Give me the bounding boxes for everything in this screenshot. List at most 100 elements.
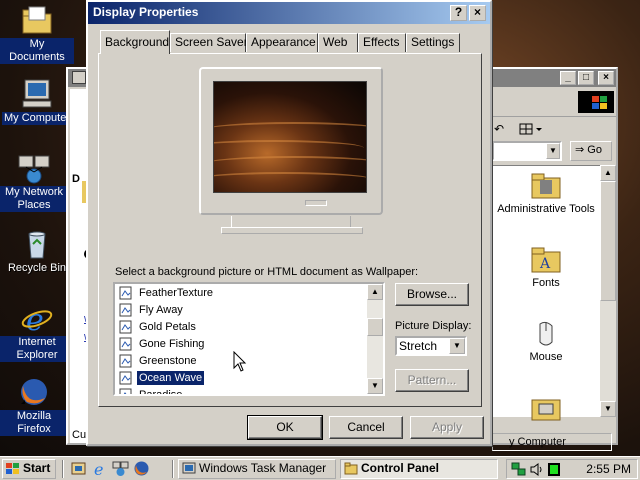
wallpaper-item[interactable]: Paradise [119, 386, 184, 394]
apply-button[interactable]: Apply [410, 416, 484, 439]
internet-explorer-icon[interactable]: e [91, 460, 108, 479]
control-panel-content: ↶ ▼ ⇒ Go Administrative Tools A Fonts Mo… [492, 89, 616, 451]
cp-item-mouse[interactable]: Mouse [496, 318, 596, 363]
close-button[interactable]: × [598, 71, 614, 85]
network-icon [17, 152, 51, 184]
address-bar: ▼ ⇒ Go [492, 139, 616, 163]
pattern-button[interactable]: Pattern... [395, 369, 469, 392]
control-panel-scrollbar[interactable]: ▲ ▼ [600, 165, 616, 417]
task-manager-cpu-icon[interactable] [547, 462, 561, 480]
wallpaper-item-selected[interactable]: Ocean Wave [119, 369, 205, 386]
monitor-base [221, 227, 363, 234]
scroll-down-button[interactable]: ▼ [600, 401, 616, 417]
desktop-icon-network-places[interactable]: My Network Places [0, 152, 68, 212]
desktop-icon-my-computer[interactable]: My Computer [0, 78, 74, 125]
wallpaper-listbox[interactable]: FeatherTexture Fly Away Gold Petals Gone… [113, 282, 385, 396]
picture-file-icon [119, 354, 133, 368]
desktop-icon-label: My Computer [1, 112, 73, 125]
address-dropdown-arrow[interactable]: ▼ [546, 143, 560, 159]
picture-file-icon [119, 286, 133, 300]
monitor-preview [199, 67, 383, 215]
picture-display-label: Picture Display: [395, 320, 472, 332]
tab-settings[interactable]: Settings [406, 33, 460, 52]
wallpaper-label: Select a background picture or HTML docu… [115, 266, 419, 278]
wallpaper-item[interactable]: Greenstone [119, 352, 198, 369]
scroll-thumb[interactable] [600, 181, 616, 301]
task-windows-task-manager[interactable]: Windows Task Manager [178, 459, 336, 479]
desktop-icon-label: My Network Places [0, 186, 68, 212]
display-properties-dialog[interactable]: Display Properties ? × Background Screen… [86, 0, 492, 446]
tab-appearance[interactable]: Appearance [246, 33, 318, 52]
browse-button[interactable]: Browse... [395, 283, 469, 306]
firefox-icon [17, 376, 51, 408]
network-tray-icon[interactable] [511, 462, 527, 480]
dialog-titlebar[interactable]: Display Properties ? × [88, 2, 490, 24]
control-panel-folder-icon [344, 462, 358, 475]
desktop-icon-firefox[interactable]: Mozilla Firefox [0, 376, 68, 436]
quick-launch: e [70, 460, 150, 479]
svg-text:e: e [26, 303, 44, 334]
volume-icon[interactable] [529, 462, 545, 480]
task-label: Windows Task Manager [199, 461, 327, 475]
system-tray: 2:55 PM [506, 459, 638, 479]
views-button[interactable] [518, 121, 548, 137]
tab-effects[interactable]: Effects [358, 33, 406, 52]
control-panel-title-icon [72, 71, 86, 84]
wallpaper-item[interactable]: Gone Fishing [119, 335, 206, 352]
minimize-button[interactable]: _ [560, 71, 576, 85]
desktop-icon-label: Internet Explorer [0, 336, 74, 362]
tab-web[interactable]: Web [318, 33, 358, 52]
picture-file-icon [119, 337, 133, 351]
status-text: y Computer [509, 436, 566, 448]
chevron-down-icon[interactable]: ▼ [449, 338, 465, 354]
picture-display-select[interactable]: Stretch ▼ [395, 336, 467, 356]
cp-item-label: Administrative Tools [497, 203, 595, 215]
scroll-thumb[interactable] [367, 318, 383, 336]
taskbar-divider [62, 460, 64, 478]
scroll-up-button[interactable]: ▲ [600, 165, 616, 181]
control-panel-items: Administrative Tools A Fonts Mouse [492, 165, 600, 421]
wallpaper-item[interactable]: Gold Petals [119, 318, 198, 335]
picture-file-icon [119, 320, 133, 334]
help-button[interactable]: ? [450, 5, 467, 21]
wallpaper-item[interactable]: FeatherTexture [119, 284, 215, 301]
tab-screen-saver[interactable]: Screen Saver [170, 33, 248, 52]
cp-item-partial[interactable] [496, 392, 596, 425]
start-button[interactable]: Start [2, 459, 56, 479]
task-control-panel[interactable]: Control Panel [340, 459, 498, 479]
desktop-icon-recycle-bin[interactable]: Recycle Bin [0, 228, 74, 275]
dialog-title: Display Properties [93, 5, 199, 19]
firefox-icon[interactable] [133, 460, 150, 477]
status-bar-zone: y Computer [492, 433, 612, 451]
picture-file-icon [119, 388, 133, 394]
wallpaper-preview-image [213, 81, 367, 193]
desktop-icon-my-documents[interactable]: My Documents [0, 4, 74, 64]
desktop-icon-label: Mozilla Firefox [0, 410, 68, 436]
undo-icon[interactable]: ↶ [494, 122, 506, 136]
scroll-down-button[interactable]: ▼ [367, 378, 383, 394]
cp-item-fonts[interactable]: A Fonts [496, 244, 596, 289]
left-pane-text: D [72, 173, 80, 185]
ok-button[interactable]: OK [247, 415, 323, 440]
mouse-icon [530, 318, 562, 348]
cp-item-administrative-tools[interactable]: Administrative Tools [496, 170, 596, 215]
clock[interactable]: 2:55 PM [586, 461, 631, 478]
cp-item-label: Fonts [532, 277, 560, 289]
maximize-button[interactable]: □ [578, 71, 594, 85]
folder-tools-icon [530, 170, 562, 200]
start-label: Start [23, 461, 51, 475]
wallpaper-list-scrollbar[interactable]: ▲ ▼ [367, 284, 383, 394]
cancel-button[interactable]: Cancel [329, 416, 403, 439]
network-icon[interactable] [112, 460, 129, 477]
tab-background[interactable]: Background [100, 30, 170, 54]
show-desktop-icon[interactable] [70, 460, 87, 477]
desktop-icon-internet-explorer[interactable]: e Internet Explorer [0, 302, 74, 362]
taskbar: Start e Windows Task Manager Control Pan… [0, 456, 640, 480]
desktop: My Documents My Computer My Network Plac… [0, 0, 640, 456]
close-button[interactable]: × [469, 5, 486, 21]
go-button[interactable]: ⇒ Go [570, 141, 612, 161]
wallpaper-item[interactable]: Fly Away [119, 301, 185, 318]
computer-icon [20, 78, 54, 110]
scroll-up-button[interactable]: ▲ [367, 284, 383, 300]
views-icon [519, 123, 542, 135]
